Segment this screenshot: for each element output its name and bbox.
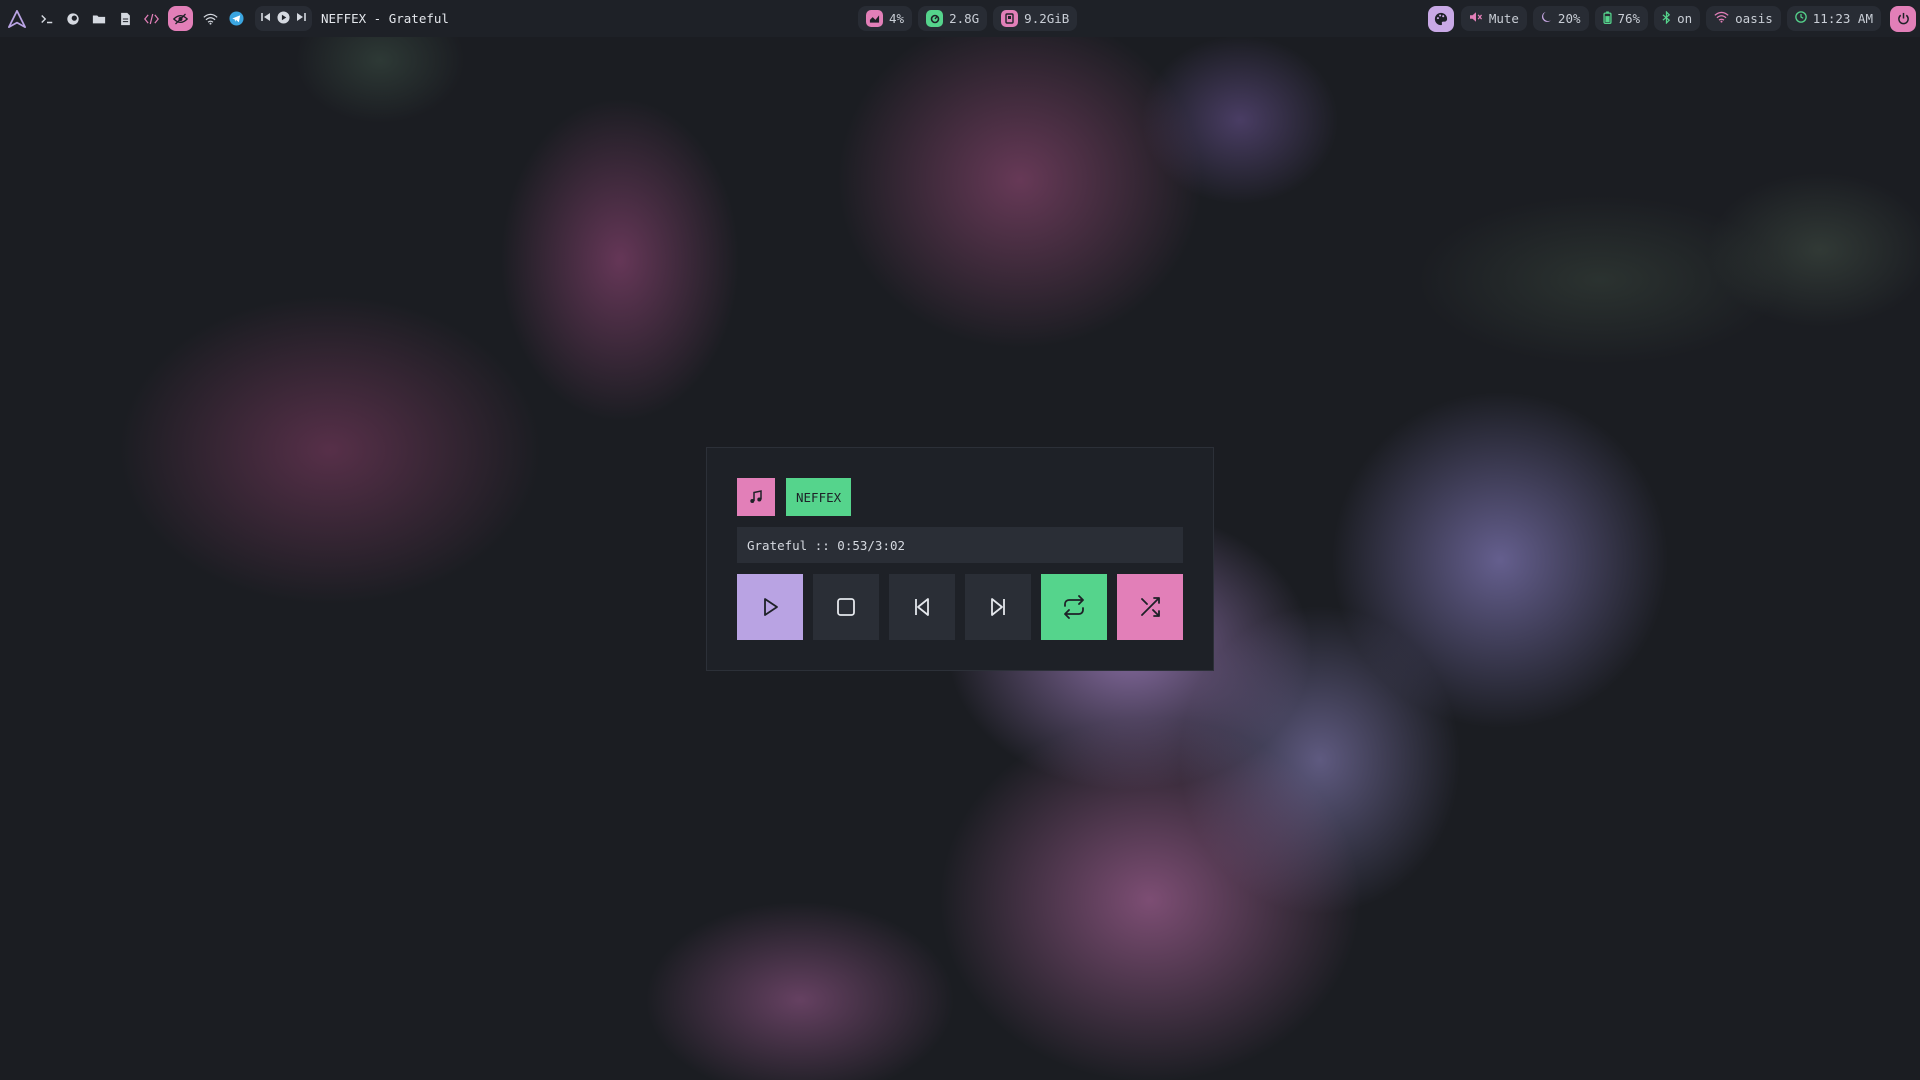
wifi-icon[interactable] xyxy=(197,6,223,32)
cpu-module[interactable]: 4% xyxy=(858,6,913,31)
battery-module[interactable]: 76% xyxy=(1594,6,1649,31)
terminal-icon[interactable] xyxy=(34,6,60,32)
artist-label: NEFFEX xyxy=(786,478,852,516)
clock-value: 11:23 AM xyxy=(1812,11,1873,26)
next-button[interactable] xyxy=(965,574,1031,640)
temperature-module[interactable]: 2.8G xyxy=(918,6,988,31)
next-track-icon[interactable] xyxy=(296,12,306,25)
prev-track-icon[interactable] xyxy=(261,12,271,25)
brightness-module[interactable]: 20% xyxy=(1532,6,1589,31)
battery-icon xyxy=(1602,10,1612,27)
battery-value: 76% xyxy=(1617,11,1641,26)
repeat-button[interactable] xyxy=(1041,574,1107,640)
stop-button[interactable] xyxy=(813,574,879,640)
previous-button[interactable] xyxy=(889,574,955,640)
skip-forward-icon xyxy=(991,598,1005,616)
play-icon xyxy=(764,598,778,616)
cpu-value: 4% xyxy=(889,11,905,26)
memory-icon xyxy=(1001,10,1019,27)
network-value: oasis xyxy=(1735,11,1773,26)
top-panel: NEFFEX - Grateful 4% 2.8G 9.2GiB Mute 20… xyxy=(0,0,1920,37)
volume-module[interactable]: Mute xyxy=(1460,6,1527,31)
shuffle-button[interactable] xyxy=(1117,574,1183,640)
memory-module[interactable]: 9.2GiB xyxy=(993,6,1078,31)
clock-module[interactable]: 11:23 AM xyxy=(1786,6,1881,31)
clock-icon xyxy=(1794,11,1807,26)
cpu-chart-icon xyxy=(866,10,883,27)
bluetooth-module[interactable]: on xyxy=(1654,6,1701,31)
panel-center: 4% 2.8G 9.2GiB xyxy=(855,0,1080,37)
track-info: Grateful :: 0:53/3:02 xyxy=(737,527,1183,563)
arch-logo-icon[interactable] xyxy=(0,6,34,32)
brightness-value: 20% xyxy=(1557,11,1581,26)
now-playing-title[interactable]: NEFFEX - Grateful xyxy=(321,11,449,26)
palette-icon[interactable] xyxy=(1427,5,1454,32)
stop-icon xyxy=(837,598,855,616)
network-module[interactable]: oasis xyxy=(1706,6,1781,31)
play-pause-icon[interactable] xyxy=(277,10,290,27)
shuffle-icon xyxy=(1141,597,1160,617)
track-info-text: Grateful :: 0:53/3:02 xyxy=(747,537,906,553)
speaker-muted-icon xyxy=(1469,11,1483,26)
eye-toggle-icon[interactable] xyxy=(168,6,193,31)
play-button[interactable] xyxy=(737,574,803,640)
power-icon[interactable] xyxy=(1890,5,1916,32)
memory-value: 9.2GiB xyxy=(1024,11,1070,26)
volume-value: Mute xyxy=(1488,11,1519,26)
document-icon[interactable] xyxy=(112,6,138,32)
panel-right: Mute 20% 76% on oasis 11:23 AM xyxy=(1427,0,1920,37)
repeat-icon xyxy=(1064,595,1084,619)
code-icon[interactable] xyxy=(138,6,164,32)
bluetooth-icon xyxy=(1662,10,1671,27)
media-controls xyxy=(255,6,312,31)
music-player-widget: NEFFEX Grateful :: 0:53/3:02 xyxy=(706,447,1214,671)
folder-icon[interactable] xyxy=(86,6,112,32)
music-note-icon xyxy=(737,478,775,516)
player-controls xyxy=(737,574,1183,640)
browser-icon[interactable] xyxy=(60,6,86,32)
gauge-icon xyxy=(926,10,944,27)
skip-back-icon xyxy=(915,598,929,616)
wifi-signal-icon xyxy=(1714,11,1729,26)
telegram-icon[interactable] xyxy=(223,6,249,32)
bluetooth-value: on xyxy=(1677,11,1693,26)
temperature-value: 2.8G xyxy=(949,11,980,26)
moon-icon xyxy=(1541,11,1552,26)
panel-left: NEFFEX - Grateful xyxy=(0,0,449,37)
